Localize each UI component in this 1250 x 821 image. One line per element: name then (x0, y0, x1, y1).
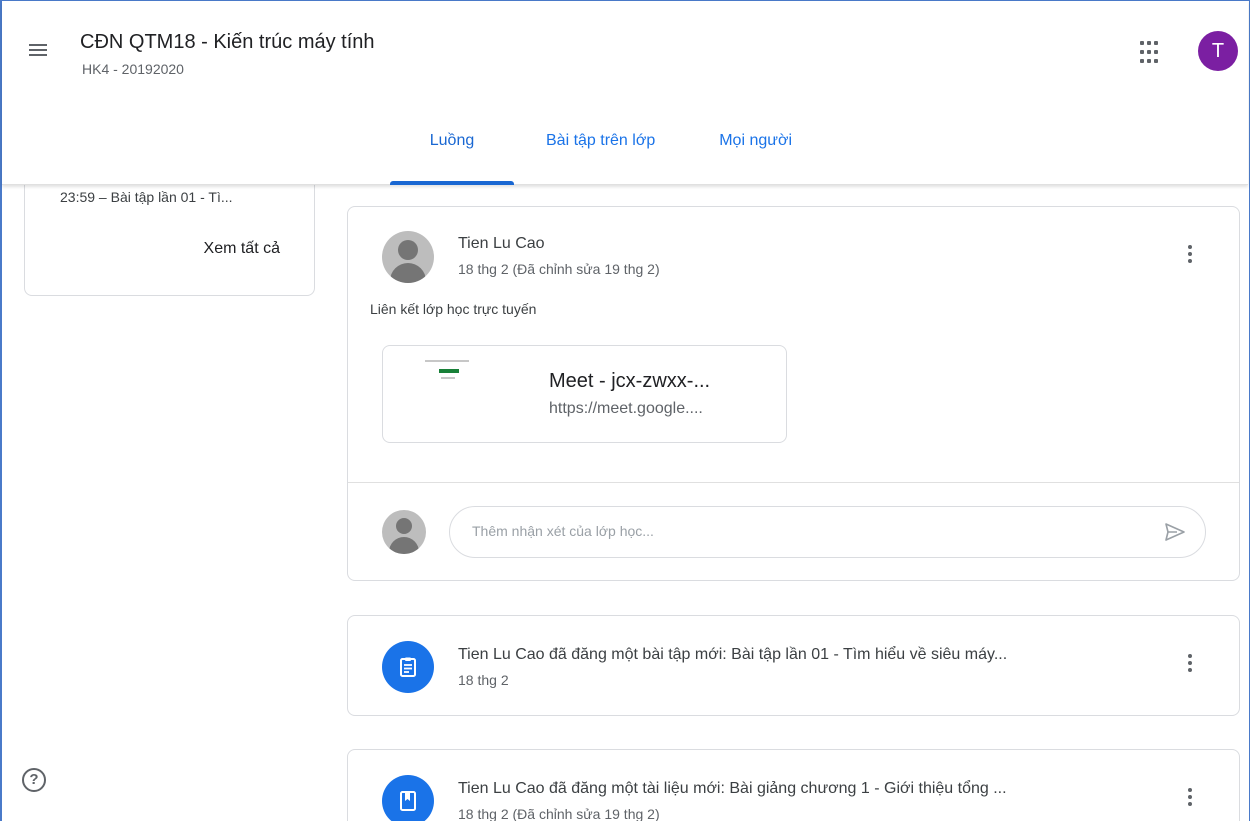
assignment-icon (382, 641, 434, 693)
send-icon[interactable] (1163, 520, 1187, 544)
post-author: Tien Lu Cao (458, 235, 545, 252)
announcement-post: Tien Lu Cao 18 thg 2 (Đã chỉnh sửa 19 th… (347, 206, 1240, 581)
post-divider (348, 482, 1239, 483)
app-header: CĐN QTM18 - Kiến trúc máy tính HK4 - 201… (2, 1, 1248, 185)
stream-item-assignment[interactable]: Tien Lu Cao đã đăng một bài tập mới: Bài… (347, 615, 1240, 716)
stream-item-date: 18 thg 2 (Đã chỉnh sửa 19 thg 2) (458, 806, 660, 821)
post-text: Liên kết lớp học trực tuyến (370, 301, 537, 317)
class-title[interactable]: CĐN QTM18 - Kiến trúc máy tính (80, 31, 375, 54)
stream-item-title: Tien Lu Cao đã đăng một bài tập mới: Bài… (458, 646, 1008, 663)
comment-input[interactable] (472, 523, 1092, 539)
link-thumbnail (425, 360, 473, 386)
comment-box[interactable] (449, 506, 1206, 558)
upcoming-item[interactable]: 23:59 – Bài tập lần 01 - Tì... (60, 189, 233, 205)
book-icon (382, 775, 434, 821)
stream-item-title: Tien Lu Cao đã đăng một tài liệu mới: Bà… (458, 780, 1007, 797)
class-tabs: Luồng Bài tập trên lớp Mọi người (390, 119, 792, 185)
apps-grid-icon[interactable] (1140, 41, 1164, 65)
more-vert-icon[interactable] (1178, 654, 1202, 678)
stream-item-date: 18 thg 2 (458, 672, 509, 688)
link-title: Meet - jcx-zwxx-... (549, 370, 711, 392)
account-avatar[interactable]: T (1198, 31, 1238, 71)
commenter-avatar (382, 510, 426, 554)
tab-people[interactable]: Mọi người (719, 119, 792, 185)
link-url: https://meet.google.... (549, 400, 703, 417)
tab-stream[interactable]: Luồng (390, 119, 514, 185)
hamburger-menu-icon[interactable] (26, 41, 50, 61)
more-vert-icon[interactable] (1178, 788, 1202, 812)
tab-classwork[interactable]: Bài tập trên lớp (546, 119, 655, 185)
class-subtitle: HK4 - 20192020 (82, 61, 184, 77)
view-all-link[interactable]: Xem tất cả (204, 240, 280, 258)
help-icon[interactable]: ? (22, 768, 46, 792)
post-date: 18 thg 2 (Đã chỉnh sửa 19 thg 2) (458, 261, 660, 277)
meet-link-card[interactable]: Meet - jcx-zwxx-... https://meet.google.… (382, 345, 787, 443)
author-avatar (382, 231, 434, 283)
more-vert-icon[interactable] (1178, 245, 1202, 269)
stream-item-material[interactable]: Tien Lu Cao đã đăng một tài liệu mới: Bà… (347, 749, 1240, 821)
